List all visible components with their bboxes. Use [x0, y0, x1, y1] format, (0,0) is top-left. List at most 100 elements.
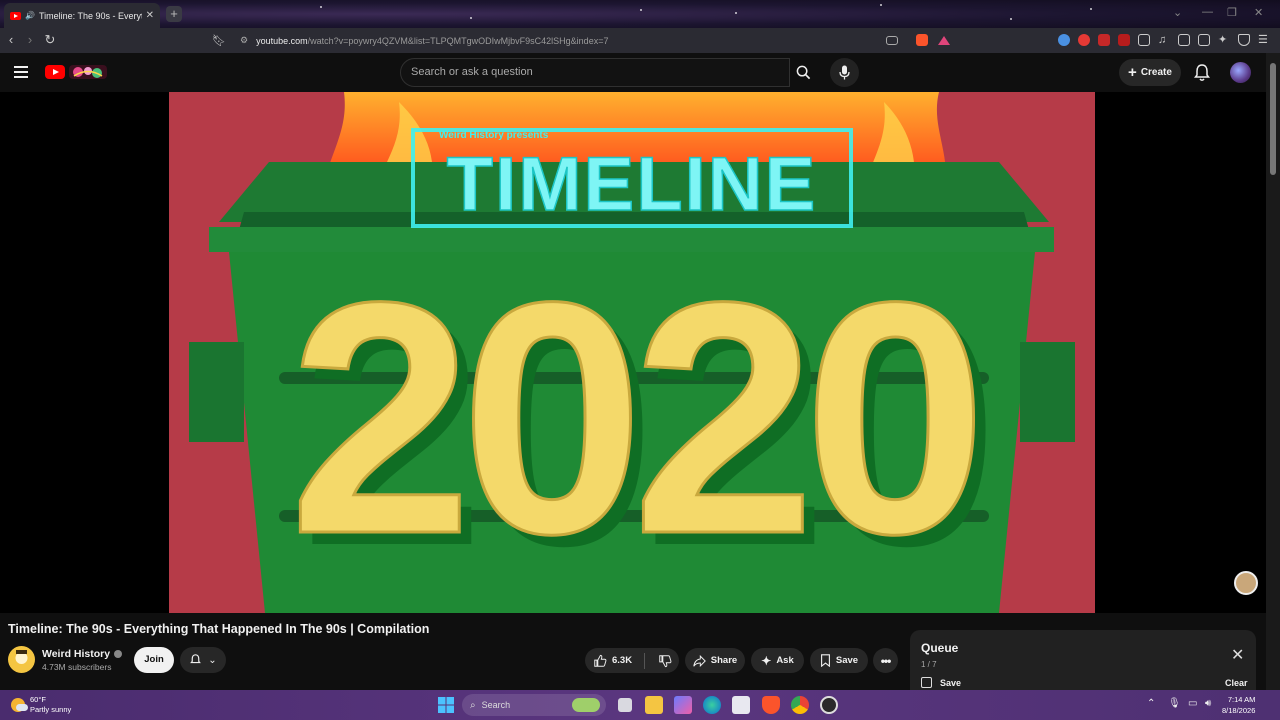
extensions-puzzle-icon[interactable] [1138, 34, 1150, 46]
more-horizontal-icon: ••• [880, 653, 892, 668]
browser-tab-active[interactable]: 🔊 Timeline: The 90s - Everything ✕ [4, 3, 160, 28]
taskbar-clock[interactable]: 7:14 AM 8/18/2026 [1222, 694, 1255, 716]
clock-date: 8/18/2026 [1222, 706, 1256, 715]
page-scrollbar[interactable] [1266, 53, 1280, 690]
dislike-button[interactable] [658, 654, 672, 668]
video-thumbnail-art: Weird History presents TIMELINE 2020 202… [189, 92, 1075, 613]
microsoft-store-icon[interactable] [732, 696, 750, 714]
media-controls-icon[interactable]: ♫ [1158, 34, 1170, 46]
join-button[interactable]: Join [134, 647, 174, 673]
task-view-icon[interactable] [618, 698, 632, 712]
display-tray-icon[interactable]: ▭ [1188, 698, 1197, 709]
channel-name[interactable]: Weird History [42, 648, 123, 660]
search-input[interactable]: Search or ask a question [400, 58, 790, 87]
ai-sparkle-icon[interactable]: ✦ [1218, 34, 1230, 46]
extension-red-icon[interactable] [1098, 34, 1110, 46]
tray-overflow-chevron-icon[interactable]: ⌃ [1147, 698, 1155, 709]
youtube-logo-icon[interactable] [45, 65, 65, 79]
window-close-icon[interactable]: ✕ [1254, 6, 1263, 19]
back-arrow-icon[interactable]: ‹ [3, 32, 19, 48]
sidebar-toggle-icon[interactable] [1178, 34, 1190, 46]
browser-toolbar: ‹ › ↻ 🔖︎ ⚙ youtube.com /watch?v=poywry4Q… [0, 28, 1280, 53]
queue-close-icon[interactable]: ✕ [1231, 645, 1244, 665]
queue-save-checkbox-icon [921, 677, 932, 688]
youtube-header: Search or ask a question + Create [0, 53, 1266, 92]
brave-shields-icon[interactable] [916, 34, 928, 46]
ask-label: Ask [776, 655, 794, 666]
queue-position: 1 / 7 [921, 660, 937, 669]
search-button[interactable] [788, 58, 818, 87]
search-icon [796, 65, 810, 80]
reload-icon[interactable]: ↻ [42, 32, 58, 48]
tab-title: Timeline: The 90s - Everything [38, 10, 142, 21]
forward-arrow-icon[interactable]: › [22, 32, 38, 48]
taskbar-search[interactable]: ⌕ Search [462, 694, 606, 716]
tab-search-chevron-icon[interactable]: ⌄ [1173, 6, 1182, 19]
notifications-bell-icon[interactable] [1192, 63, 1212, 83]
like-button[interactable]: 6.3K [593, 654, 632, 668]
more-actions-button[interactable]: ••• [873, 648, 898, 673]
voice-search-button[interactable] [830, 58, 859, 87]
youtube-doodle-logo[interactable] [68, 63, 108, 81]
share-button[interactable]: Share [685, 648, 745, 673]
video-title: Timeline: The 90s - Everything That Happ… [8, 622, 430, 636]
windows-start-icon[interactable] [437, 696, 455, 714]
brave-browser-icon[interactable] [762, 696, 780, 714]
extension-youtube-icon[interactable] [1078, 34, 1090, 46]
sparkle-icon: ✦ [761, 653, 772, 668]
volume-tray-icon[interactable]: 🔊︎ [1205, 698, 1211, 709]
queue-panel: Queue 1 / 7 ✕ Save Clear [910, 630, 1256, 690]
weather-widget[interactable]: 60°F Partly sunny [11, 695, 71, 715]
maximize-icon[interactable]: ❐ [1227, 6, 1237, 19]
weird-history-logo-icon [8, 646, 35, 673]
obs-app-icon[interactable] [820, 696, 838, 714]
clock-time: 7:14 AM [1227, 695, 1256, 704]
thumbnail-tagline: Weird History presents [439, 130, 549, 141]
weather-condition: Partly sunny [30, 705, 72, 714]
create-label: Create [1140, 67, 1172, 78]
minimize-icon[interactable]: — [1202, 6, 1213, 18]
bookmark-save-icon [820, 654, 830, 667]
bookmark-icon[interactable]: 🔖︎ [212, 34, 226, 47]
cast-icon[interactable] [886, 36, 898, 45]
copilot-icon[interactable] [674, 696, 692, 714]
subscription-bell-button[interactable]: ⌄ [180, 647, 226, 673]
subscriber-count: 4.73M subscribers [42, 662, 112, 672]
channel-avatar[interactable] [8, 646, 35, 673]
microphone-icon [839, 65, 850, 80]
queue-save-button[interactable]: Save [921, 677, 961, 688]
browser-menu-icon[interactable]: ☰ [1258, 34, 1270, 46]
address-bar[interactable]: 🔖︎ ⚙ youtube.com /watch?v=poywry4QZVM&li… [212, 30, 956, 51]
file-explorer-icon[interactable] [645, 696, 663, 714]
queue-save-label: Save [940, 677, 962, 688]
tab-close-icon[interactable]: ✕ [146, 10, 154, 21]
save-button[interactable]: Save [810, 648, 868, 673]
hamburger-menu-icon[interactable] [14, 66, 28, 78]
plus-icon: + [1128, 63, 1137, 81]
extension-blue-icon[interactable] [1058, 34, 1070, 46]
microphone-tray-icon[interactable]: 🎙︎ [1168, 698, 1181, 709]
vpn-shield-icon[interactable] [1238, 34, 1250, 46]
channel-name-label: Weird History [42, 648, 111, 660]
chevron-down-icon: ⌄ [208, 654, 217, 666]
ask-button[interactable]: ✦ Ask [751, 648, 804, 673]
extension-record-icon[interactable] [1118, 34, 1130, 46]
save-label: Save [835, 655, 859, 666]
video-player[interactable]: Weird History presents TIMELINE 2020 202… [0, 92, 1266, 613]
wallet-icon[interactable] [1198, 34, 1210, 46]
site-settings-icon[interactable]: ⚙ [240, 35, 248, 46]
create-button[interactable]: + Create [1119, 59, 1181, 86]
floating-avatar-bubble[interactable] [1234, 571, 1258, 595]
new-tab-button[interactable]: + [166, 6, 182, 22]
url-path: /watch?v=poywry4QZVM&list=TLPQMTgwODIwMj… [307, 35, 609, 46]
video-frame[interactable]: Weird History presents TIMELINE 2020 202… [169, 92, 1095, 613]
scrollbar-thumb[interactable] [1270, 63, 1276, 175]
edge-browser-icon[interactable] [703, 696, 721, 714]
like-dislike-group: 6.3K [585, 648, 679, 673]
audio-playing-icon[interactable]: 🔊 [25, 11, 35, 20]
brave-rewards-icon[interactable] [938, 36, 950, 45]
chrome-browser-icon[interactable] [791, 696, 809, 714]
account-avatar[interactable] [1230, 62, 1251, 83]
queue-clear-button[interactable]: Clear [1225, 678, 1248, 688]
taskbar-search-label: Search [481, 700, 511, 710]
